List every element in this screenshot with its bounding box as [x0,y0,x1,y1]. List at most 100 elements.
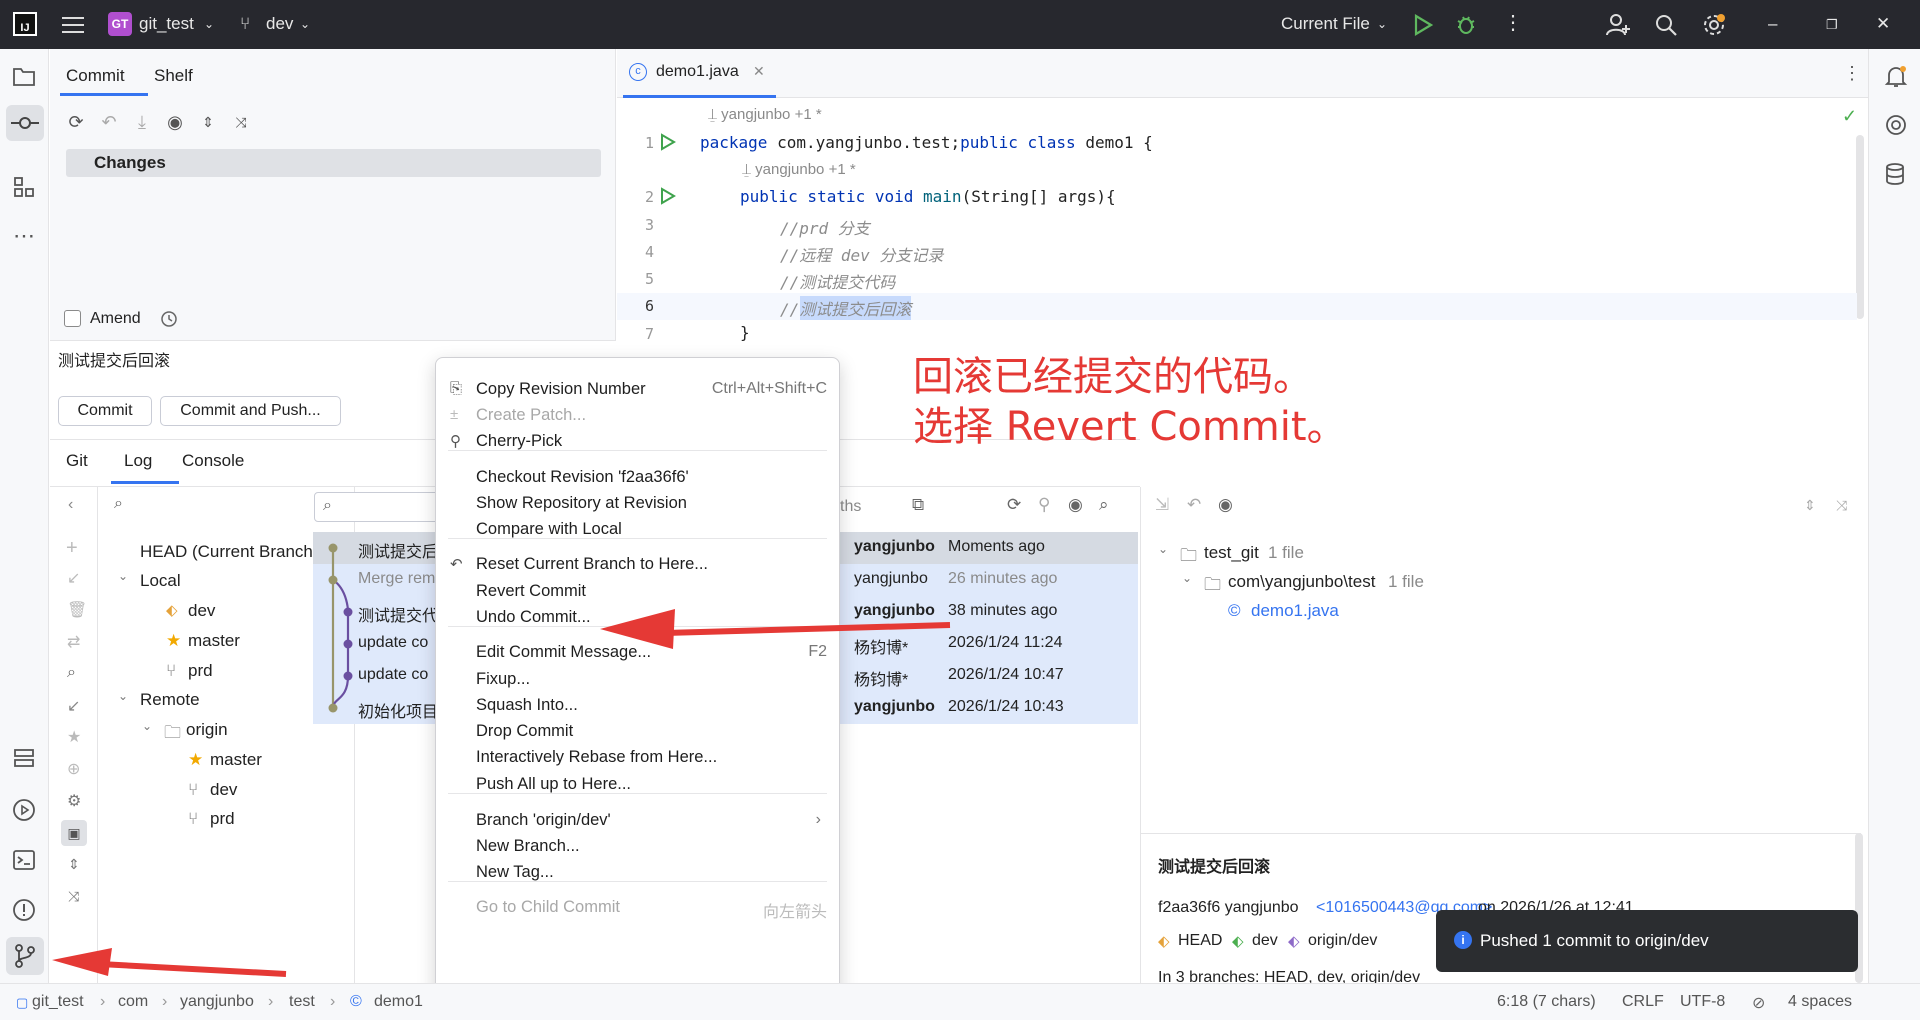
ai-assistant-icon[interactable] [1884,113,1908,137]
push-notification[interactable]: i Pushed 1 commit to origin/dev [1436,910,1858,972]
amend-label[interactable]: Amend [90,310,141,328]
code-line-3[interactable]: //prd 分支 [780,215,870,239]
amend-checkbox[interactable] [64,310,81,327]
refresh-icon[interactable]: ⟳ [1007,495,1021,515]
project-badge[interactable]: GT [108,12,132,36]
eye-icon[interactable]: ◉ [163,110,187,134]
git-tool-icon[interactable] [6,937,44,975]
chevron-left-icon[interactable]: ‹ [68,496,73,514]
run-config[interactable]: Current File [1281,14,1370,34]
run-gutter-icon[interactable] [660,187,676,205]
more-vertical-icon[interactable]: ⋮ [1503,10,1523,35]
tab-git[interactable]: Git [66,451,88,471]
more-tools-icon[interactable]: ⋯ [13,223,35,249]
notifications-icon[interactable] [1884,64,1908,90]
terminal-icon[interactable] [12,849,36,871]
diff-icon[interactable]: ⇲ [1155,495,1169,515]
indent-setting[interactable]: 4 spaces [1788,993,1852,1011]
chevron-down-icon[interactable]: ⌄ [142,719,152,733]
menu-item-new-tag[interactable]: New Tag... [476,863,554,882]
menu-item-squash-into[interactable]: Squash Into... [476,696,578,715]
settings-gear-icon[interactable]: ⚙ [67,791,81,811]
code-line-5[interactable]: //测试提交代码 [780,269,895,293]
menu-item-undo-commit[interactable]: Undo Commit... [476,608,591,627]
minimize-icon[interactable]: – [1768,14,1777,34]
favorite-star-icon[interactable]: ★ [67,727,81,747]
caret-position[interactable]: 6:18 (7 chars) [1497,993,1596,1011]
remote-branch-master[interactable]: master [210,750,262,770]
menu-item-interactively-rebase-from-here[interactable]: Interactively Rebase from Here... [476,748,717,767]
app-logo[interactable]: IJ [13,12,37,36]
menu-item-copy-revision-number[interactable]: Copy Revision Number [476,380,646,399]
eye-icon[interactable]: ◉ [1068,495,1083,515]
remote-branch-dev[interactable]: dev [210,780,237,800]
menu-item-new-branch[interactable]: New Branch... [476,837,580,856]
code-line-7[interactable]: } [740,323,750,342]
changed-file[interactable]: demo1.java [1251,601,1339,621]
search-icon[interactable]: ⌕ [1099,495,1109,515]
database-icon[interactable] [1884,162,1906,186]
add-icon[interactable]: + [66,537,78,560]
fetch-icon[interactable]: ↙ [67,696,80,716]
eye-icon[interactable]: ◉ [1218,495,1233,515]
chevron-down-icon[interactable]: ⌄ [1182,571,1192,585]
run-tool-icon[interactable] [12,798,36,822]
menu-item-show-repository-at-revision[interactable]: Show Repository at Revision [476,494,687,513]
tab-shelf[interactable]: Shelf [154,66,193,86]
changes-node[interactable]: Changes [66,149,601,177]
expand-all-icon[interactable]: ⇕ [68,856,80,873]
tab-commit[interactable]: Commit [66,66,125,86]
breadcrumb-project[interactable]: git_test [32,993,84,1011]
code-line-2[interactable]: public static void main(String[] args){ [740,187,1116,206]
branch-filter-icon[interactable]: ▣ [61,820,87,846]
target-icon[interactable]: ⊕ [67,759,80,779]
chevron-down-icon[interactable]: ⌄ [118,689,128,703]
chevron-down-icon[interactable]: ⌄ [1158,542,1168,556]
menu-item-drop-commit[interactable]: Drop Commit [476,722,573,741]
run-icon[interactable] [1413,14,1433,36]
tab-console[interactable]: Console [182,451,244,471]
log-search-field[interactable]: ⌕ [314,492,444,522]
menu-item-fixup[interactable]: Fixup... [476,670,530,689]
remote-origin[interactable]: origin [186,720,228,740]
menu-item-branch-origin-dev[interactable]: Branch 'origin/dev' [476,811,611,830]
chevron-down-icon[interactable]: ⌄ [118,569,128,583]
code-line-6[interactable]: //测试提交后回滚 [780,296,912,320]
expand-all-icon[interactable]: ⇕ [1804,497,1816,514]
services-icon[interactable] [13,748,35,768]
search-icon[interactable]: ⌕ [67,664,76,682]
project-name[interactable]: git_test [139,14,194,34]
menu-item-go-to-child-commit[interactable]: Go to Child Commit [476,898,620,917]
update-icon[interactable]: ↙ [67,568,80,588]
debug-icon[interactable] [1454,12,1478,36]
cherry-pick-icon[interactable]: ⚲ [1038,495,1050,515]
rollback-icon[interactable]: ↶ [97,110,121,134]
collapse-all-icon[interactable]: ⤨ [1836,497,1847,514]
expand-all-icon[interactable]: ⇕ [196,110,220,134]
new-tab-icon[interactable]: ⧉ [912,495,924,515]
main-menu-icon[interactable] [62,12,84,36]
breadcrumb-test[interactable]: test [289,993,315,1011]
project-folder-icon[interactable] [12,65,36,87]
branch-group-local[interactable]: Local [140,571,181,591]
compare-icon[interactable]: ⇄ [67,632,80,652]
branch-group-remote[interactable]: Remote [140,690,200,710]
menu-item-create-patch[interactable]: Create Patch... [476,406,586,425]
file-encoding[interactable]: UTF-8 [1680,993,1725,1011]
close-icon[interactable]: ✕ [1876,14,1890,34]
remote-branch-prd[interactable]: prd [210,809,235,829]
branch-name[interactable]: dev [266,14,293,34]
close-tab-icon[interactable]: ✕ [753,63,765,80]
breadcrumb-demo1[interactable]: demo1 [374,993,423,1011]
download-icon[interactable]: ⤓ [130,110,154,134]
code-line-1[interactable]: package com.yangjunbo.test;public class … [700,133,1153,152]
collapse-all-icon[interactable]: ⤨ [68,888,79,905]
menu-item-compare-with-local[interactable]: Compare with Local [476,520,622,539]
menu-item-checkout-revision-f2aa36f6[interactable]: Checkout Revision 'f2aa36f6' [476,468,689,487]
changed-root[interactable]: test_git [1204,543,1259,563]
menu-item-revert-commit[interactable]: Revert Commit [476,582,586,601]
branch-item-master[interactable]: master [188,631,240,651]
breadcrumb-yangjunbo[interactable]: yangjunbo [180,993,254,1011]
history-clock-icon[interactable] [160,310,178,328]
add-user-icon[interactable] [1605,12,1631,38]
